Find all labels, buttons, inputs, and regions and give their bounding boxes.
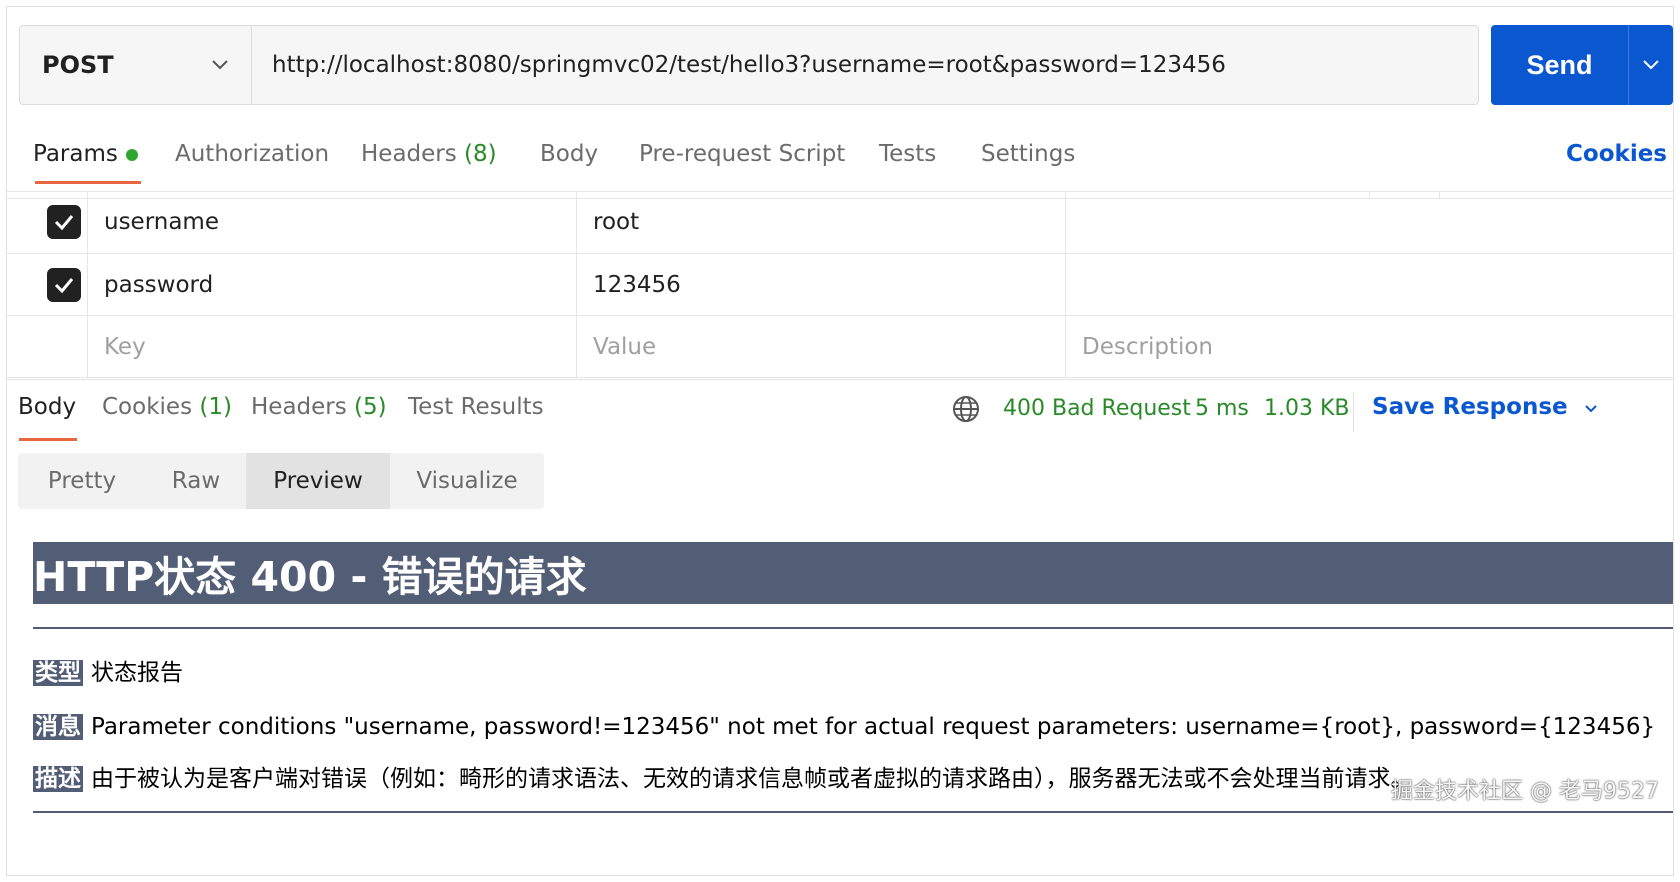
headers-count: (8): [464, 141, 497, 167]
status-badge[interactable]: 400 Bad Request: [1003, 396, 1191, 421]
tab-body[interactable]: Body: [540, 141, 598, 167]
response-time[interactable]: 5 ms: [1195, 396, 1249, 421]
tab-tests[interactable]: Tests: [879, 141, 936, 167]
watermark: 掘金技术社区 @ 老马9527: [1391, 779, 1659, 804]
param-key[interactable]: username: [104, 191, 219, 253]
save-response-button[interactable]: Save Response: [1372, 394, 1598, 420]
message-label: 消息: [33, 714, 83, 740]
param-key[interactable]: password: [104, 254, 213, 315]
checkmark-icon: [54, 278, 74, 294]
send-options-button[interactable]: [1628, 25, 1673, 105]
param-value[interactable]: root: [593, 191, 639, 253]
param-checkbox[interactable]: [47, 205, 81, 239]
type-value: 状态报告: [91, 660, 183, 686]
params-indicator-dot: [125, 148, 138, 161]
cookies-count: (1): [199, 394, 232, 420]
cookies-link[interactable]: Cookies: [1566, 141, 1667, 167]
mode-pretty[interactable]: Pretty: [18, 453, 146, 509]
preview-title: HTTP状态 400 - 错误的请求: [33, 542, 1673, 604]
active-tab-underline: [35, 181, 141, 184]
view-mode-switcher: Pretty Raw Preview Visualize: [18, 453, 544, 509]
tab-settings[interactable]: Settings: [981, 141, 1075, 167]
tab-headers[interactable]: Headers (8): [361, 141, 497, 167]
save-response-label: Save Response: [1372, 394, 1568, 420]
resp-headers-count: (5): [354, 394, 387, 420]
message-value: Parameter conditions "username, password…: [91, 714, 1656, 740]
param-checkbox[interactable]: [47, 268, 81, 302]
resp-tab-body[interactable]: Body: [18, 394, 76, 420]
table-row: username root: [7, 191, 1673, 254]
mode-visualize[interactable]: Visualize: [390, 453, 544, 509]
tab-pre-request-script[interactable]: Pre-request Script: [639, 141, 845, 167]
params-table: username root password 123456 Key Value …: [7, 191, 1673, 411]
tab-params[interactable]: Params: [33, 141, 138, 167]
mode-raw[interactable]: Raw: [146, 453, 246, 509]
chevron-down-icon: [1584, 405, 1597, 413]
resp-tab-cookies[interactable]: Cookies (1): [102, 394, 232, 420]
preview-description-line: 描述 由于被认为是客户端对错误（例如：畸形的请求语法、无效的请求信息帧或者虚拟的请…: [33, 759, 1414, 793]
type-label: 类型: [33, 660, 83, 686]
new-value-input[interactable]: Value: [593, 316, 656, 377]
globe-icon[interactable]: [951, 394, 981, 428]
send-button[interactable]: Send: [1491, 25, 1628, 105]
table-row-new: Key Value Description: [7, 316, 1673, 378]
tab-authorization[interactable]: Authorization: [175, 141, 329, 167]
new-description-input[interactable]: Description: [1082, 316, 1213, 377]
param-value[interactable]: 123456: [593, 254, 681, 315]
resp-tab-test-results[interactable]: Test Results: [408, 394, 544, 420]
response-size[interactable]: 1.03 KB: [1264, 396, 1350, 421]
chevron-down-icon: [211, 56, 229, 75]
description-value: 由于被认为是客户端对错误（例如：畸形的请求语法、无效的请求信息帧或者虚拟的请求路…: [91, 766, 1414, 792]
mode-preview[interactable]: Preview: [246, 453, 390, 509]
new-key-input[interactable]: Key: [104, 316, 146, 377]
description-label: 描述: [33, 766, 83, 792]
method-select[interactable]: POST: [20, 26, 252, 104]
tab-headers-label: Headers: [361, 141, 457, 167]
checkmark-icon: [54, 215, 74, 231]
active-resp-tab-underline: [19, 438, 77, 441]
tab-params-label: Params: [33, 141, 118, 167]
resp-tab-headers-label: Headers: [251, 394, 347, 420]
preview-divider: [33, 627, 1673, 629]
postman-window: POST Send Params Authorization Headers (…: [6, 6, 1674, 876]
method-label: POST: [42, 51, 114, 79]
preview-message-line: 消息 Parameter conditions "username, passwo…: [33, 707, 1655, 741]
url-input[interactable]: [252, 26, 1478, 104]
request-tabs: Params Authorization Headers (8) Body Pr…: [7, 127, 1673, 191]
preview-bottom-divider: [33, 811, 1673, 813]
resp-tab-headers[interactable]: Headers (5): [251, 394, 387, 420]
send-button-group: Send: [1491, 25, 1673, 105]
table-row: password 123456: [7, 254, 1673, 316]
chevron-down-icon: [1643, 60, 1659, 70]
resp-tab-cookies-label: Cookies: [102, 394, 193, 420]
request-url-bar: POST: [19, 25, 1479, 105]
response-bar: Body Cookies (1) Headers (5) Test Result…: [7, 379, 1673, 443]
preview-type-line: 类型 状态报告: [33, 653, 183, 687]
divider: [1353, 392, 1354, 432]
